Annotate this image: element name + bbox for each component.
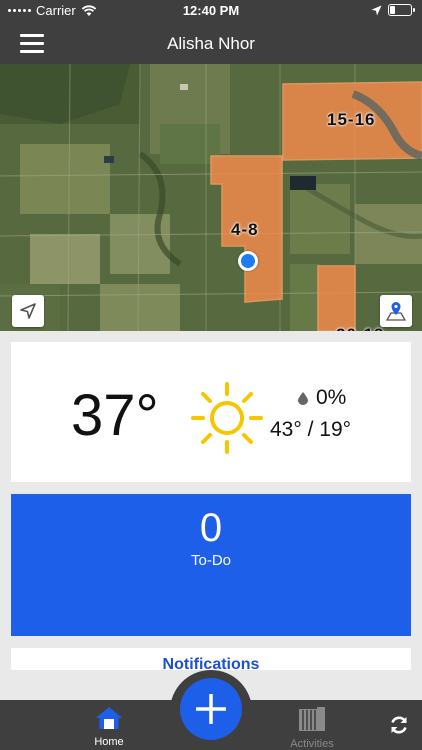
field-map[interactable]: 15-16 4-8 20-19 [0,64,422,331]
plus-icon [196,694,226,724]
tab-home[interactable]: Home [74,706,144,748]
current-location-dot [238,251,258,271]
todo-card[interactable]: 0 To-Do [11,494,411,636]
weather-card[interactable]: 37° 0% 43° / 19° [11,342,411,482]
page-title: Alisha Nhor [167,34,255,53]
field-label[interactable]: 15-16 [327,110,375,130]
current-temperature: 37° [71,383,159,448]
satellite-imagery [0,64,422,331]
status-time: 12:40 PM [182,3,240,18]
map-pin-icon [385,302,407,321]
notifications-title: Notifications [162,656,260,670]
sync-icon[interactable] [389,715,409,735]
location-arrow-icon [371,5,382,15]
tab-activities[interactable]: Activities [277,706,347,750]
tab-home-label: Home [94,736,124,748]
activities-icon [299,707,325,731]
precip-chance: 0% [316,386,347,409]
locate-me-button[interactable] [12,295,44,327]
high-low-temperature: 43° / 19° [270,418,352,441]
sun-icon [191,382,263,454]
status-right [371,4,415,16]
todo-label: To-Do [190,552,231,569]
status-bar: Carrier 12:40 PM [0,0,422,22]
home-icon [96,707,122,729]
tab-activities-label: Activities [290,738,334,750]
field-label[interactable]: 4-8 [231,220,259,240]
nav-bar: Alisha Nhor [0,22,422,64]
notifications-card[interactable]: Notifications [11,648,411,670]
raindrop-icon [298,391,308,405]
precipitation: 0% [298,386,346,410]
add-button[interactable] [180,678,242,740]
field-map-button[interactable] [380,295,412,327]
field-label[interactable]: 20-19 [336,325,384,331]
battery-icon [388,4,415,16]
navigation-arrow-icon [20,303,36,319]
todo-count: 0 [199,506,223,550]
